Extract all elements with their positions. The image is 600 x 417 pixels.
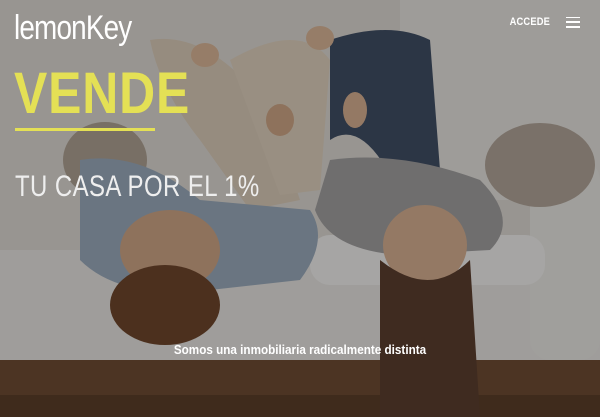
hero-subheadline: TU CASA POR EL 1% xyxy=(15,170,260,203)
login-link[interactable]: ACCEDE xyxy=(510,16,551,28)
headline-underline xyxy=(15,128,155,131)
hamburger-menu-icon[interactable] xyxy=(566,16,580,28)
top-nav: ACCEDE xyxy=(506,16,580,28)
hero-headline: VENDE xyxy=(14,61,191,126)
hero-tagline: Somos una inmobiliaria radicalmente dist… xyxy=(173,342,427,357)
logo[interactable]: lemonKey xyxy=(14,8,132,48)
